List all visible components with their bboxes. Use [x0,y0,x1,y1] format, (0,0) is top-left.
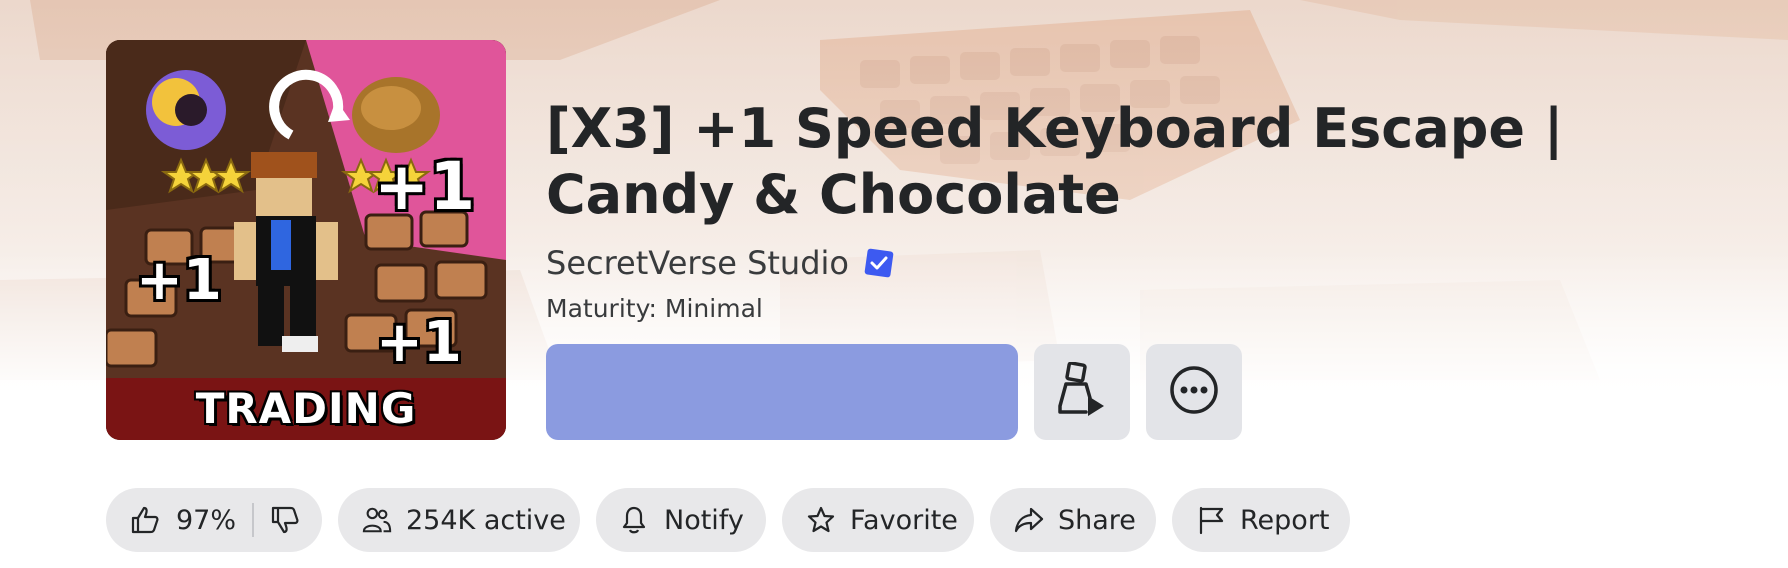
more-options-icon [1168,364,1220,420]
game-title: [X3] +1 Speed Keyboard Escape | Candy & … [546,97,1564,226]
thumbs-down-icon[interactable] [270,505,300,535]
star-icon [806,505,836,535]
active-count: 254K active [406,504,566,536]
thumbnail-plus-one: +1 [374,148,476,225]
share-arrow-icon [1014,505,1044,535]
thumbs-up-icon[interactable] [130,505,160,535]
bell-icon [620,505,650,535]
creator-link[interactable]: SecretVerse Studio [546,244,849,282]
rating-divider [252,503,255,537]
notify-button[interactable]: Notify [596,488,766,552]
notify-label: Notify [664,504,744,536]
rating-percent: 97% [176,504,237,536]
flag-icon [1196,505,1226,535]
favorite-button[interactable]: Favorite [782,488,974,552]
thumbnail-plus-one: +1 [136,248,222,313]
game-thumbnail[interactable]: +1 +1 +1 TRADING [106,40,506,440]
share-button[interactable]: Share [990,488,1156,552]
more-options-button[interactable] [1146,344,1242,440]
report-button[interactable]: Report [1172,488,1350,552]
verified-badge-icon [863,247,895,279]
avatar-play-icon [1056,361,1108,422]
avatar-play-button[interactable] [1034,344,1130,440]
play-button[interactable] [546,344,1018,440]
active-players-pill: 254K active [338,488,580,552]
share-label: Share [1058,504,1136,536]
thumbnail-banner: TRADING [106,378,506,440]
people-icon [362,505,392,535]
thumbnail-plus-one: +1 [376,310,462,375]
favorite-label: Favorite [850,504,958,536]
maturity-rating: Maturity: Minimal [546,294,763,323]
report-label: Report [1240,504,1330,536]
rating-pill: 97% [106,488,322,552]
creator-row: SecretVerse Studio [546,244,895,282]
